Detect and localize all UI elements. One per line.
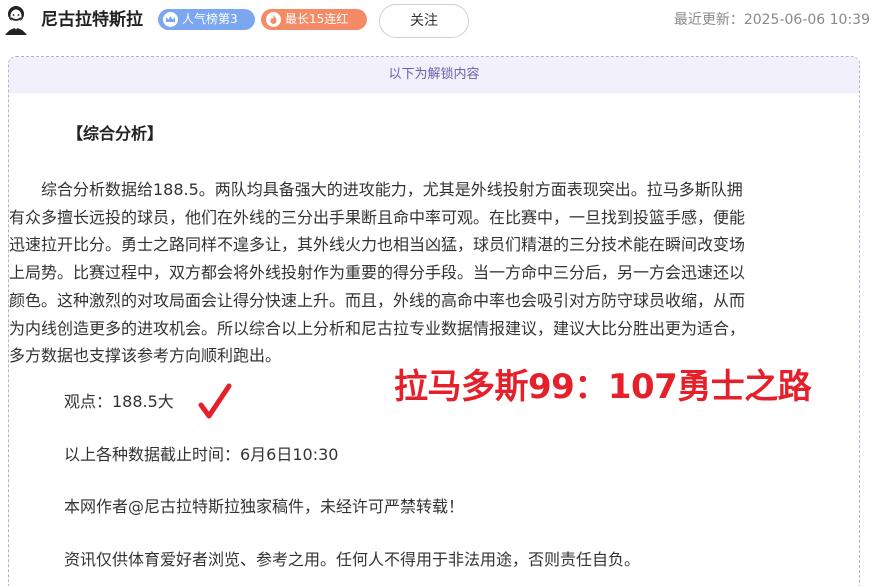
streak-badge: 最长15连红	[261, 9, 367, 30]
analysis-paragraph: 综合分析数据给188.5。两队均具备强大的进攻能力，尤其是外线投射方面表现突出。…	[9, 176, 855, 370]
opinion-line: 观点：188.5大	[64, 392, 174, 411]
author-note: 本网作者@尼古拉特斯拉独家稿件，未经许可严禁转载！	[64, 497, 465, 516]
section-heading: 【综合分析】	[67, 124, 164, 143]
score-prediction: 拉马多斯99：107勇士之路	[394, 367, 812, 407]
paragraph-line: 为内线创造更多的进攻机会。所以综合以上分析和尼古拉专业数据情报建议，建议大比分胜…	[9, 318, 746, 338]
author-header: 尼古拉特斯拉 人气榜第3 最长15连红 关注 最近更新：2025-06-06 1…	[0, 0, 877, 50]
popularity-badge-label: 人气榜第3	[182, 12, 238, 26]
unlock-notice: 以下为解锁内容	[9, 57, 859, 93]
paragraph-line: 有众多擅长远投的球员，他们在外线的三分出手果断且命中率可观。在比赛中，一旦找到投…	[9, 207, 746, 227]
popularity-badge: 人气榜第3	[158, 9, 255, 30]
streak-badge-label: 最长15连红	[285, 12, 349, 26]
follow-button[interactable]: 关注	[379, 4, 469, 38]
avatar[interactable]	[2, 4, 30, 36]
author-name[interactable]: 尼古拉特斯拉	[41, 9, 143, 31]
last-updated: 最近更新：2025-06-06 10:39	[673, 12, 870, 28]
disclaimer: 资讯仅供体育爱好者浏览、参考之用。任何人不得用于非法用途，否则责任自负。	[64, 550, 641, 569]
paragraph-line: 上局势。比赛过程中，双方都会将外线投射作为重要的得分手段。当一方命中三分后，另一…	[9, 263, 746, 283]
data-cutoff: 以上各种数据截止时间：6月6日10:30	[64, 445, 339, 464]
crown-icon	[163, 12, 178, 27]
checkmark-icon	[198, 383, 232, 419]
paragraph-line: 迅速拉开比分。勇士之路同样不遑多让，其外线火力也相当凶猛，球员们精湛的三分技术能…	[9, 235, 746, 255]
paragraph-line: 颜色。这种激烈的对攻局面会让得分快速上升。而且，外线的高命中率也会吸引对方防守球…	[9, 290, 746, 310]
paragraph-line: 综合分析数据给188.5。两队均具备强大的进攻能力，尤其是外线投射方面表现突出。…	[41, 180, 743, 199]
unlocked-content-panel: 以下为解锁内容 【综合分析】 综合分析数据给188.5。两队均具备强大的进攻能力…	[8, 56, 860, 586]
flame-icon	[266, 12, 281, 27]
